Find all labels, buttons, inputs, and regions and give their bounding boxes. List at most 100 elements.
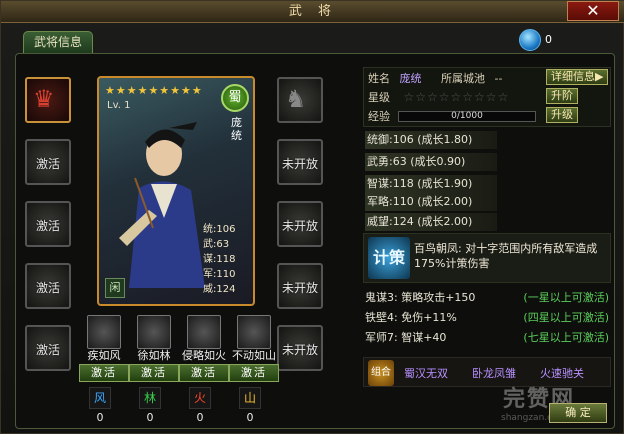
strategy-skill-icon: 计策 bbox=[368, 237, 410, 279]
city-label: 所属城池 bbox=[441, 72, 485, 85]
card-stats: 统:106 武:63 谋:118 军:110 威:124 bbox=[203, 222, 235, 297]
skill-name: 疾如风 bbox=[87, 349, 121, 362]
equip-slot-locked-2[interactable]: 未开放 bbox=[277, 201, 323, 247]
equip-slot-locked-3[interactable]: 未开放 bbox=[277, 263, 323, 309]
equip-slot-helmet[interactable]: ♛ bbox=[25, 77, 71, 123]
element-count: 0 bbox=[246, 411, 254, 424]
combo-item[interactable]: 卧龙凤雏 bbox=[472, 365, 516, 381]
general-card[interactable]: ★★★★★★★★★ Lv. 1 蜀 庞统 统:106 武:63 谋:118 军:… bbox=[97, 76, 255, 306]
passive-row: 鬼谋3: 策略攻击+150 (一星以上可激活) bbox=[365, 289, 611, 305]
slot-label: 未开放 bbox=[281, 343, 318, 357]
card-stat: 谋:118 bbox=[203, 254, 236, 265]
mountain-icon: 山 bbox=[239, 387, 261, 409]
combo-item[interactable]: 蜀汉无双 bbox=[404, 365, 448, 381]
card-level: Lv. 1 bbox=[107, 100, 131, 111]
wind-icon: 风 bbox=[89, 387, 111, 409]
card-stat: 军:110 bbox=[203, 269, 236, 280]
element-count: 0 bbox=[196, 411, 204, 424]
element-forest: 林 0 bbox=[135, 387, 165, 424]
element-count: 0 bbox=[96, 411, 104, 424]
skill-name: 侵略如火 bbox=[182, 349, 226, 362]
equip-slot-weapon[interactable]: 激活 bbox=[25, 263, 71, 309]
slot-label: 激活 bbox=[35, 281, 60, 295]
passive-requirement: (四星以上可激活) bbox=[523, 311, 609, 324]
faction-badge: 蜀 bbox=[221, 84, 249, 112]
equip-slot-boots[interactable]: 激活 bbox=[25, 325, 71, 371]
forest-icon: 林 bbox=[139, 387, 161, 409]
passive-requirement: (七星以上可激活) bbox=[523, 331, 609, 344]
skill-name: 不动如山 bbox=[232, 349, 276, 362]
confirm-button[interactable]: 确 定 bbox=[549, 403, 607, 423]
card-stat: 威:124 bbox=[203, 284, 236, 295]
tab-general-info[interactable]: 武将信息 bbox=[23, 31, 93, 53]
activate-button[interactable]: 激活 bbox=[229, 364, 279, 382]
passive-row: 军师7: 智谋+40 (七星以上可激活) bbox=[365, 329, 611, 345]
fire-icon: 火 bbox=[189, 387, 211, 409]
slot-label: 未开放 bbox=[281, 219, 318, 233]
main-skill-box: 计策 百鸟朝凤: 对十字范围内所有敌军造成175%计策伤害 bbox=[363, 233, 611, 283]
exp-row: 经验 0/1000 bbox=[368, 108, 546, 124]
level-up-button[interactable]: 升级 bbox=[546, 107, 578, 123]
element-count: 0 bbox=[146, 411, 154, 424]
combo-item[interactable]: 火速驰关 bbox=[540, 365, 584, 381]
general-window: 武 将 ✕ 武将信息 0 ♛ 激活 激活 激活 激活 ♞ 未开放 未开放 未开放… bbox=[0, 0, 624, 434]
star-row: 星级 ☆☆☆☆☆☆☆☆☆ bbox=[368, 89, 509, 105]
activate-button[interactable]: 激活 bbox=[79, 364, 129, 382]
star-up-button[interactable]: 升阶 bbox=[546, 88, 578, 104]
main-skill-text: 百鸟朝凤: 对十字范围内所有敌军造成175%计策伤害 bbox=[414, 242, 598, 270]
slot-label: 激活 bbox=[35, 343, 60, 357]
forest-skill-icon bbox=[137, 315, 171, 349]
equip-slot-armor[interactable]: 激活 bbox=[25, 139, 71, 185]
close-button[interactable]: ✕ bbox=[567, 1, 619, 21]
equip-slot-book[interactable]: 激活 bbox=[25, 201, 71, 247]
wind-skill-icon bbox=[87, 315, 121, 349]
stat-strategy: 军略:110 (成长2.00) bbox=[365, 193, 497, 211]
card-stat: 统:106 bbox=[203, 224, 236, 235]
helmet-icon: ♛ bbox=[33, 85, 55, 113]
stat-force: 武勇:63 (成长0.90) bbox=[365, 153, 497, 171]
element-fire: 火 0 bbox=[185, 387, 215, 424]
name-value: 庞统 bbox=[399, 72, 422, 85]
equip-slot-locked-1[interactable]: 未开放 bbox=[277, 139, 323, 185]
info-box: 姓名 庞统 所属城池 -- 详细信息▶ 星级 ☆☆☆☆☆☆☆☆☆ 升阶 经验 0… bbox=[363, 67, 611, 127]
stat-prestige: 威望:124 (成长2.00) bbox=[365, 213, 497, 231]
skill-mountain: 不动如山 激活 bbox=[229, 315, 279, 382]
fire-skill-icon bbox=[187, 315, 221, 349]
mountain-skill-icon bbox=[237, 315, 271, 349]
element-wind: 风 0 bbox=[85, 387, 115, 424]
skill-fire: 侵略如火 激活 bbox=[179, 315, 229, 382]
passive-name: 军师7: 智谋+40 bbox=[365, 331, 447, 344]
stat-intelligence: 智谋:118 (成长1.90) bbox=[365, 175, 497, 193]
gem-orb-icon bbox=[519, 29, 541, 51]
skill-forest: 徐如林 激活 bbox=[129, 315, 179, 382]
card-star-rating: ★★★★★★★★★ bbox=[105, 84, 203, 97]
slot-label: 激活 bbox=[35, 219, 60, 233]
name-row: 姓名 庞统 所属城池 -- bbox=[368, 70, 502, 86]
slot-label: 激活 bbox=[35, 157, 60, 171]
idle-status-icon: 闲 bbox=[105, 278, 125, 298]
passive-name: 鬼谋3: 策略攻击+150 bbox=[365, 291, 476, 304]
exp-label: 经验 bbox=[368, 110, 390, 123]
activate-button[interactable]: 激活 bbox=[179, 364, 229, 382]
window-title: 武 将 bbox=[288, 4, 338, 19]
passive-requirement: (一星以上可激活) bbox=[523, 291, 609, 304]
star-label: 星级 bbox=[368, 91, 390, 104]
city-value: -- bbox=[494, 72, 503, 85]
skill-name: 徐如林 bbox=[137, 349, 171, 362]
star-rating: ☆☆☆☆☆☆☆☆☆ bbox=[403, 90, 510, 104]
horse-icon: ♞ bbox=[285, 85, 307, 113]
detail-info-button[interactable]: 详细信息▶ bbox=[546, 69, 609, 85]
card-stat: 武:63 bbox=[203, 239, 230, 250]
passive-name: 铁壁4: 免伤+11% bbox=[365, 311, 457, 324]
element-mountain: 山 0 bbox=[235, 387, 265, 424]
name-label: 姓名 bbox=[368, 72, 390, 85]
equip-slot-horse[interactable]: ♞ bbox=[277, 77, 323, 123]
stat-leadership: 统御:106 (成长1.80) bbox=[365, 131, 497, 149]
exp-bar: 0/1000 bbox=[398, 111, 536, 122]
combo-icon: 组合 bbox=[368, 360, 394, 386]
title-bar: 武 将 bbox=[1, 1, 624, 23]
equip-slot-locked-4[interactable]: 未开放 bbox=[277, 325, 323, 371]
passive-row: 铁壁4: 免伤+11% (四星以上可激活) bbox=[365, 309, 611, 325]
activate-button[interactable]: 激活 bbox=[129, 364, 179, 382]
slot-label: 未开放 bbox=[281, 281, 318, 295]
